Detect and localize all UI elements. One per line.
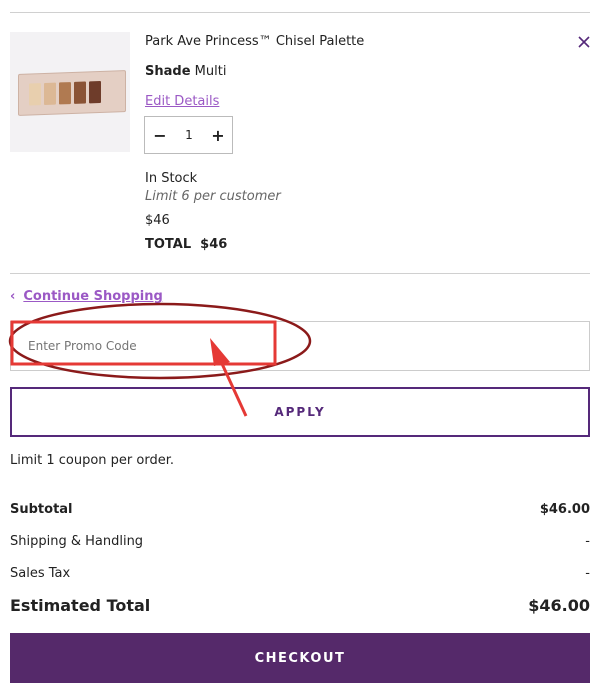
- continue-shopping-label: Continue Shopping: [23, 289, 163, 304]
- shipping-value: -: [585, 534, 590, 549]
- checkout-button[interactable]: CHECKOUT: [10, 633, 590, 683]
- tax-value: -: [585, 566, 590, 581]
- estimated-total-value: $46.00: [528, 596, 590, 615]
- shade-value: Multi: [194, 64, 227, 79]
- palette-pan: [44, 82, 56, 105]
- product-name[interactable]: Park Ave Princess™ Chisel Palette: [145, 34, 364, 49]
- apply-button[interactable]: APPLY: [10, 387, 590, 437]
- palette-pan: [74, 81, 86, 104]
- promo-code-field[interactable]: [10, 321, 590, 371]
- shade-label: Shade: [145, 64, 191, 79]
- edit-details-link[interactable]: Edit Details: [145, 94, 219, 109]
- estimated-total-label: Estimated Total: [10, 596, 151, 615]
- plus-icon[interactable]: +: [203, 117, 233, 153]
- top-divider: [10, 12, 590, 13]
- shipping-row: Shipping & Handling -: [10, 534, 590, 549]
- line-total: TOTAL $46: [145, 237, 228, 252]
- purchase-limit: Limit 6 per customer: [145, 189, 281, 204]
- palette-pan: [59, 82, 71, 105]
- palette-graphic: [18, 70, 126, 116]
- tax-label: Sales Tax: [10, 566, 71, 581]
- close-icon[interactable]: [576, 34, 592, 50]
- product-price: $46: [145, 213, 170, 228]
- tax-row: Sales Tax -: [10, 566, 590, 581]
- shipping-label: Shipping & Handling: [10, 534, 144, 549]
- coupon-note: Limit 1 coupon per order.: [10, 453, 175, 468]
- mid-divider: [10, 273, 590, 274]
- minus-icon[interactable]: −: [145, 117, 175, 153]
- chevron-left-icon: ‹: [10, 289, 16, 304]
- subtotal-value: $46.00: [539, 502, 590, 517]
- estimated-total-row: Estimated Total $46.00: [10, 596, 590, 615]
- quantity-value[interactable]: 1: [175, 117, 203, 153]
- stock-status: In Stock: [145, 171, 198, 186]
- quantity-stepper: − 1 +: [144, 116, 233, 154]
- palette-pan: [29, 83, 41, 106]
- promo-code-input[interactable]: [26, 338, 570, 354]
- continue-shopping-link[interactable]: ‹ Continue Shopping: [10, 289, 163, 304]
- palette-pan: [89, 80, 101, 104]
- product-image[interactable]: [10, 32, 130, 152]
- shade-info: Shade Multi: [145, 64, 226, 79]
- subtotal-row: Subtotal $46.00: [10, 502, 590, 517]
- subtotal-label: Subtotal: [10, 502, 73, 517]
